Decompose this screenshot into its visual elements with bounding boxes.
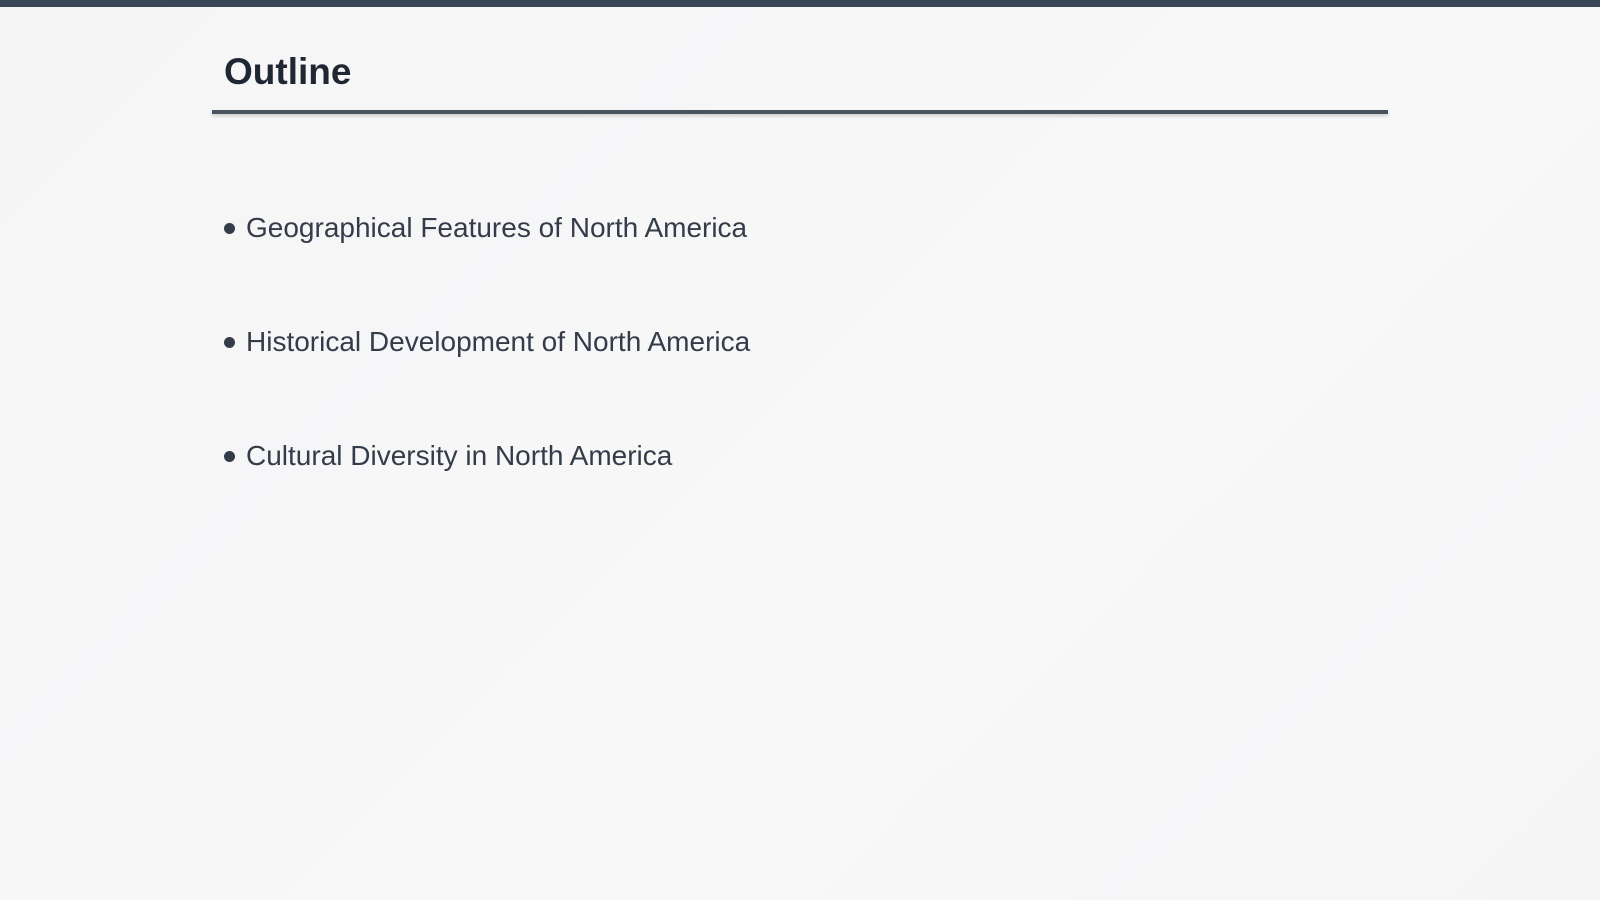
bullet-icon	[224, 450, 235, 462]
bullet-item: Historical Development of North America	[224, 322, 750, 362]
slide: Outline Geographical Features of North A…	[0, 0, 1600, 900]
bullet-icon	[224, 336, 235, 348]
bullet-item: Geographical Features of North America	[224, 208, 750, 248]
bullet-list: Geographical Features of North America H…	[224, 208, 750, 550]
bullet-icon	[224, 222, 235, 234]
slide-title: Outline	[224, 51, 352, 92]
top-accent-bar	[0, 0, 1600, 7]
bullet-text: Historical Development of North America	[246, 326, 751, 357]
title-underline	[212, 110, 1388, 114]
bullet-text: Cultural Diversity in North America	[246, 440, 673, 471]
bullet-text: Geographical Features of North America	[246, 212, 748, 243]
bullet-item: Cultural Diversity in North America	[224, 436, 750, 476]
